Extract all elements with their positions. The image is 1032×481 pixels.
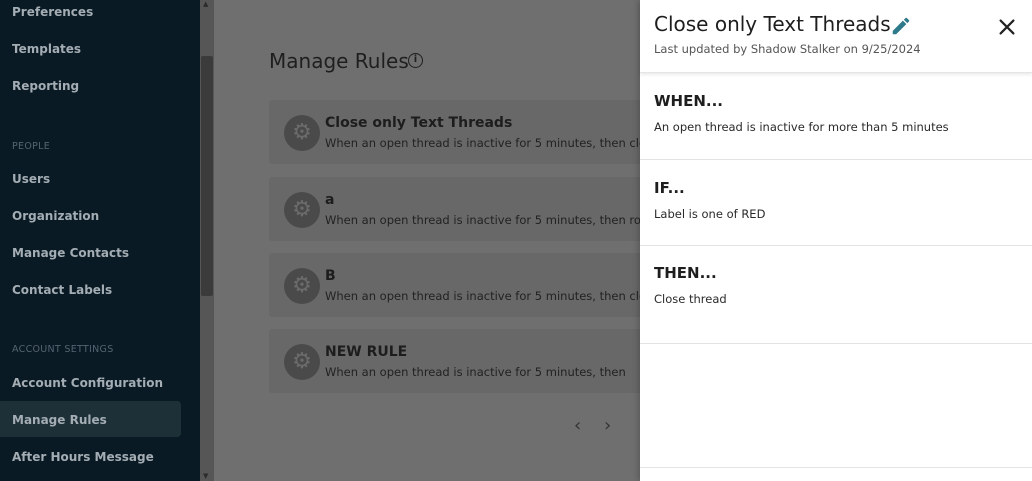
sidebar: Preferences Templates Reporting PEOPLE U… (0, 0, 200, 481)
close-icon[interactable] (996, 16, 1018, 38)
sidebar-item-preferences[interactable]: Preferences (12, 5, 93, 19)
rule-name: B (325, 268, 336, 284)
rule-name: Close only Text Threads (325, 115, 513, 131)
rule-name: a (325, 192, 335, 208)
if-section: IF... Label is one of RED (640, 160, 1032, 246)
sidebar-item-after-hours-message[interactable]: After Hours Message (12, 450, 154, 464)
drawer-header: Close only Text Threads Last updated by … (640, 0, 1032, 73)
sidebar-scrollbar-thumb[interactable] (201, 56, 213, 296)
when-text: An open thread is inactive for more than… (654, 120, 949, 134)
rule-description: When an open thread is inactive for 5 mi… (325, 365, 626, 379)
when-section: WHEN... An open thread is inactive for m… (640, 74, 1032, 160)
pencil-icon[interactable] (890, 15, 912, 37)
sidebar-item-templates[interactable]: Templates (12, 42, 81, 56)
sidebar-item-users[interactable]: Users (12, 172, 50, 186)
when-title: WHEN... (654, 92, 723, 110)
rule-card[interactable]: ⚙ NEW RULE When an open thread is inacti… (269, 329, 659, 393)
sidebar-section-account-settings: ACCOUNT SETTINGS (12, 344, 114, 355)
sidebar-item-organization[interactable]: Organization (12, 209, 99, 223)
pager-prev-icon[interactable]: ‹ (574, 415, 581, 436)
then-text: Close thread (654, 292, 727, 306)
page-title: Manage Rules (269, 49, 409, 73)
rule-name: NEW RULE (325, 344, 408, 360)
then-section: THEN... Close thread (640, 246, 1032, 344)
rule-detail-drawer: Close only Text Threads Last updated by … (640, 0, 1032, 481)
rule-card[interactable]: ⚙ Close only Text Threads When an open t… (269, 100, 659, 164)
rule-card[interactable]: ⚙ a When an open thread is inactive for … (269, 177, 660, 241)
sidebar-item-account-configuration[interactable]: Account Configuration (12, 376, 163, 390)
gear-icon: ⚙ (284, 268, 320, 304)
if-title: IF... (654, 179, 685, 197)
sidebar-item-reporting[interactable]: Reporting (12, 79, 79, 93)
rule-card[interactable]: ⚙ B When an open thread is inactive for … (269, 253, 659, 317)
then-title: THEN... (654, 264, 717, 282)
gear-icon: ⚙ (284, 115, 320, 151)
drawer-title: Close only Text Threads (654, 12, 891, 36)
sidebar-item-contact-labels[interactable]: Contact Labels (12, 283, 112, 297)
pager-next-icon[interactable]: › (604, 415, 611, 436)
sidebar-item-manage-contacts[interactable]: Manage Contacts (12, 246, 129, 260)
if-text: Label is one of RED (654, 207, 766, 221)
gear-icon: ⚙ (284, 344, 320, 380)
rule-description: When an open thread is inactive for 5 mi… (325, 136, 660, 150)
rule-description: When an open thread is inactive for 5 mi… (325, 213, 660, 227)
rule-description: When an open thread is inactive for 5 mi… (325, 289, 660, 303)
info-icon[interactable]: i (408, 53, 423, 68)
gear-icon: ⚙ (284, 192, 320, 228)
drawer-subtitle: Last updated by Shadow Stalker on 9/25/2… (654, 42, 921, 56)
main-content: Manage Rules i ⚙ Close only Text Threads… (214, 0, 660, 481)
scroll-down-arrow-icon[interactable]: ▼ (203, 472, 208, 480)
drawer-empty-area (640, 344, 1032, 468)
sidebar-item-manage-rules[interactable]: Manage Rules (12, 413, 107, 427)
sidebar-section-people: PEOPLE (12, 141, 51, 152)
scroll-up-arrow-icon[interactable]: ▲ (203, 0, 208, 8)
